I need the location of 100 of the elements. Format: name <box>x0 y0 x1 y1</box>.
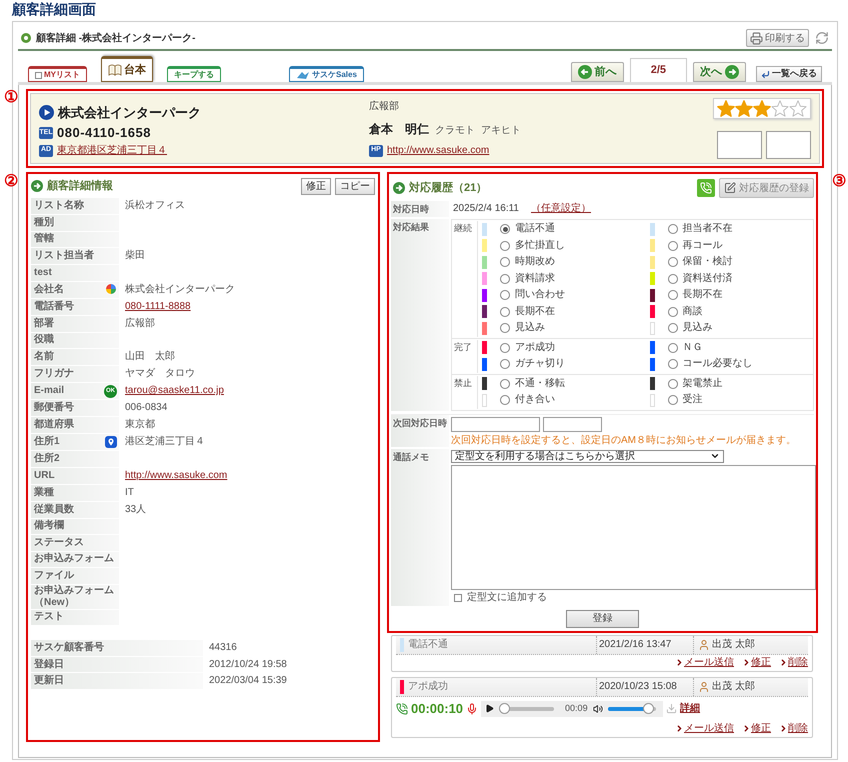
entry-link[interactable]: メール送信 <box>675 721 734 736</box>
radio-option[interactable]: 保留・検討 <box>646 254 813 270</box>
radio-button[interactable] <box>500 240 510 251</box>
tab[interactable]: サスケSales <box>289 66 364 82</box>
tab[interactable]: MYリスト <box>28 66 87 82</box>
radio-button[interactable] <box>668 257 678 268</box>
radio-option[interactable]: 長期不在 <box>646 287 813 304</box>
field-link[interactable]: 080-1111-8888 <box>119 298 191 314</box>
radio-button[interactable] <box>500 323 510 334</box>
radio-option[interactable]: 資料送付済 <box>646 270 813 287</box>
radio-button[interactable] <box>500 342 510 353</box>
submit-button[interactable]: 登録 <box>566 610 639 628</box>
panel-title: 顧客詳細情報 <box>47 178 113 194</box>
radio-button[interactable] <box>668 395 678 406</box>
template-select[interactable]: 定型文を利用する場合はこちらから選択 <box>451 450 724 462</box>
panel-title: 対応履歴（21） <box>409 180 488 196</box>
custom-setting-link[interactable]: （任意設定） <box>531 201 591 217</box>
website-link[interactable]: http://www.sasuke.com <box>387 143 490 158</box>
radio-button[interactable] <box>668 240 678 251</box>
field-label: 従業員数 <box>34 504 74 516</box>
tab[interactable]: 台本 <box>101 56 153 82</box>
play-icon[interactable] <box>485 704 494 713</box>
radio-option[interactable]: 架電禁止 <box>646 376 813 392</box>
radio-option[interactable]: 受注 <box>646 392 813 408</box>
radio-option[interactable]: コール必要なし <box>646 356 813 372</box>
action-button[interactable]: 修正 <box>301 178 331 194</box>
radio-button[interactable] <box>668 359 678 370</box>
field-label: 種別 <box>34 216 54 229</box>
radio-button[interactable] <box>500 274 510 284</box>
radio-option[interactable]: 付き合い <box>478 392 646 408</box>
call-button[interactable] <box>697 179 715 197</box>
radio-button[interactable] <box>500 257 510 268</box>
field-value: ヤマダ タロウ <box>124 367 195 381</box>
time-input-field[interactable] <box>543 416 602 432</box>
radio-button[interactable] <box>668 306 678 317</box>
book-icon <box>108 64 122 76</box>
radio-option[interactable]: ガチャ切り <box>478 356 646 372</box>
radio-button[interactable] <box>500 290 510 300</box>
seek-thumb[interactable] <box>499 702 510 714</box>
print-button[interactable]: 印刷する <box>746 29 809 47</box>
download-icon[interactable] <box>666 703 678 714</box>
radio-button[interactable] <box>668 274 678 284</box>
action-button[interactable]: コピー <box>335 178 375 194</box>
radio-option[interactable]: 電話不通 <box>478 221 646 238</box>
radio-option[interactable]: 不通・移転 <box>478 376 646 392</box>
back-to-list-button[interactable]: 一覧へ戻る <box>756 66 822 82</box>
radio-option[interactable]: 問い合わせ <box>478 287 646 304</box>
checkbox[interactable] <box>35 72 42 78</box>
field-label-cell: サスケ顧客番号 <box>31 640 203 656</box>
add-template-checkbox[interactable]: 定型文に追加する <box>451 590 816 606</box>
detail-link[interactable]: 詳細 <box>680 701 700 716</box>
entry-link[interactable]: 修正 <box>742 721 771 736</box>
microphone-icon <box>466 702 478 714</box>
date-input-field[interactable] <box>451 416 540 432</box>
radio-button[interactable] <box>668 224 678 234</box>
field-link[interactable]: http://www.sasuke.com <box>119 468 228 484</box>
playback-time: 00:09 <box>565 702 588 715</box>
field-label: フリガナ <box>34 368 74 380</box>
address-link[interactable]: 東京都港区芝浦三丁目４ <box>57 143 167 158</box>
radio-option[interactable]: 見込み <box>478 320 646 336</box>
previous-button[interactable]: 前へ <box>570 62 624 82</box>
radio-button[interactable] <box>500 378 510 389</box>
radio-option[interactable]: 時期改め <box>478 254 646 270</box>
radio-option[interactable]: 多忙掛直し <box>478 238 646 254</box>
radio-button[interactable] <box>500 395 510 406</box>
chevron-icon <box>779 658 788 667</box>
radio-button[interactable] <box>668 323 678 334</box>
chevron-icon <box>742 724 751 733</box>
volume-icon <box>592 704 603 714</box>
radio-button[interactable] <box>500 359 510 370</box>
radio-option[interactable]: 担当者不在 <box>646 221 813 238</box>
tab[interactable]: キープする <box>167 66 221 82</box>
kana-text: アキヒト <box>481 124 521 138</box>
volume-thumb[interactable] <box>642 702 654 714</box>
radio-button[interactable] <box>668 378 678 389</box>
field-link[interactable]: tarou@saaske11.co.jp <box>119 383 224 399</box>
radio-option[interactable]: 長期不在 <box>478 304 646 320</box>
phone-icon <box>396 702 408 714</box>
radio-button[interactable] <box>500 224 510 234</box>
entry-link[interactable]: 修正 <box>742 655 771 670</box>
entry-link[interactable]: 削除 <box>779 721 808 736</box>
radio-option[interactable]: 資料請求 <box>478 270 646 287</box>
entry-link[interactable]: メール送信 <box>675 655 734 670</box>
next-button[interactable]: 次へ <box>693 62 746 82</box>
field-label: 住所1 <box>34 436 60 448</box>
radio-button[interactable] <box>500 306 510 317</box>
radio-option[interactable]: 再コール <box>646 238 813 254</box>
annotation-number: ① <box>4 89 18 107</box>
radio-button[interactable] <box>668 342 678 353</box>
field-label: テスト <box>34 611 64 624</box>
entry-link[interactable]: 削除 <box>779 655 808 670</box>
field-label: 住所2 <box>34 452 60 465</box>
radio-option[interactable]: ＮＧ <box>646 340 813 356</box>
radio-option[interactable]: 商談 <box>646 304 813 320</box>
radio-option[interactable]: 見込み <box>646 320 813 336</box>
radio-option[interactable]: アポ成功 <box>478 340 646 356</box>
star-icon <box>717 100 735 117</box>
radio-button[interactable] <box>668 290 678 300</box>
checkbox[interactable] <box>454 594 462 602</box>
refresh-icon[interactable] <box>815 31 829 45</box>
